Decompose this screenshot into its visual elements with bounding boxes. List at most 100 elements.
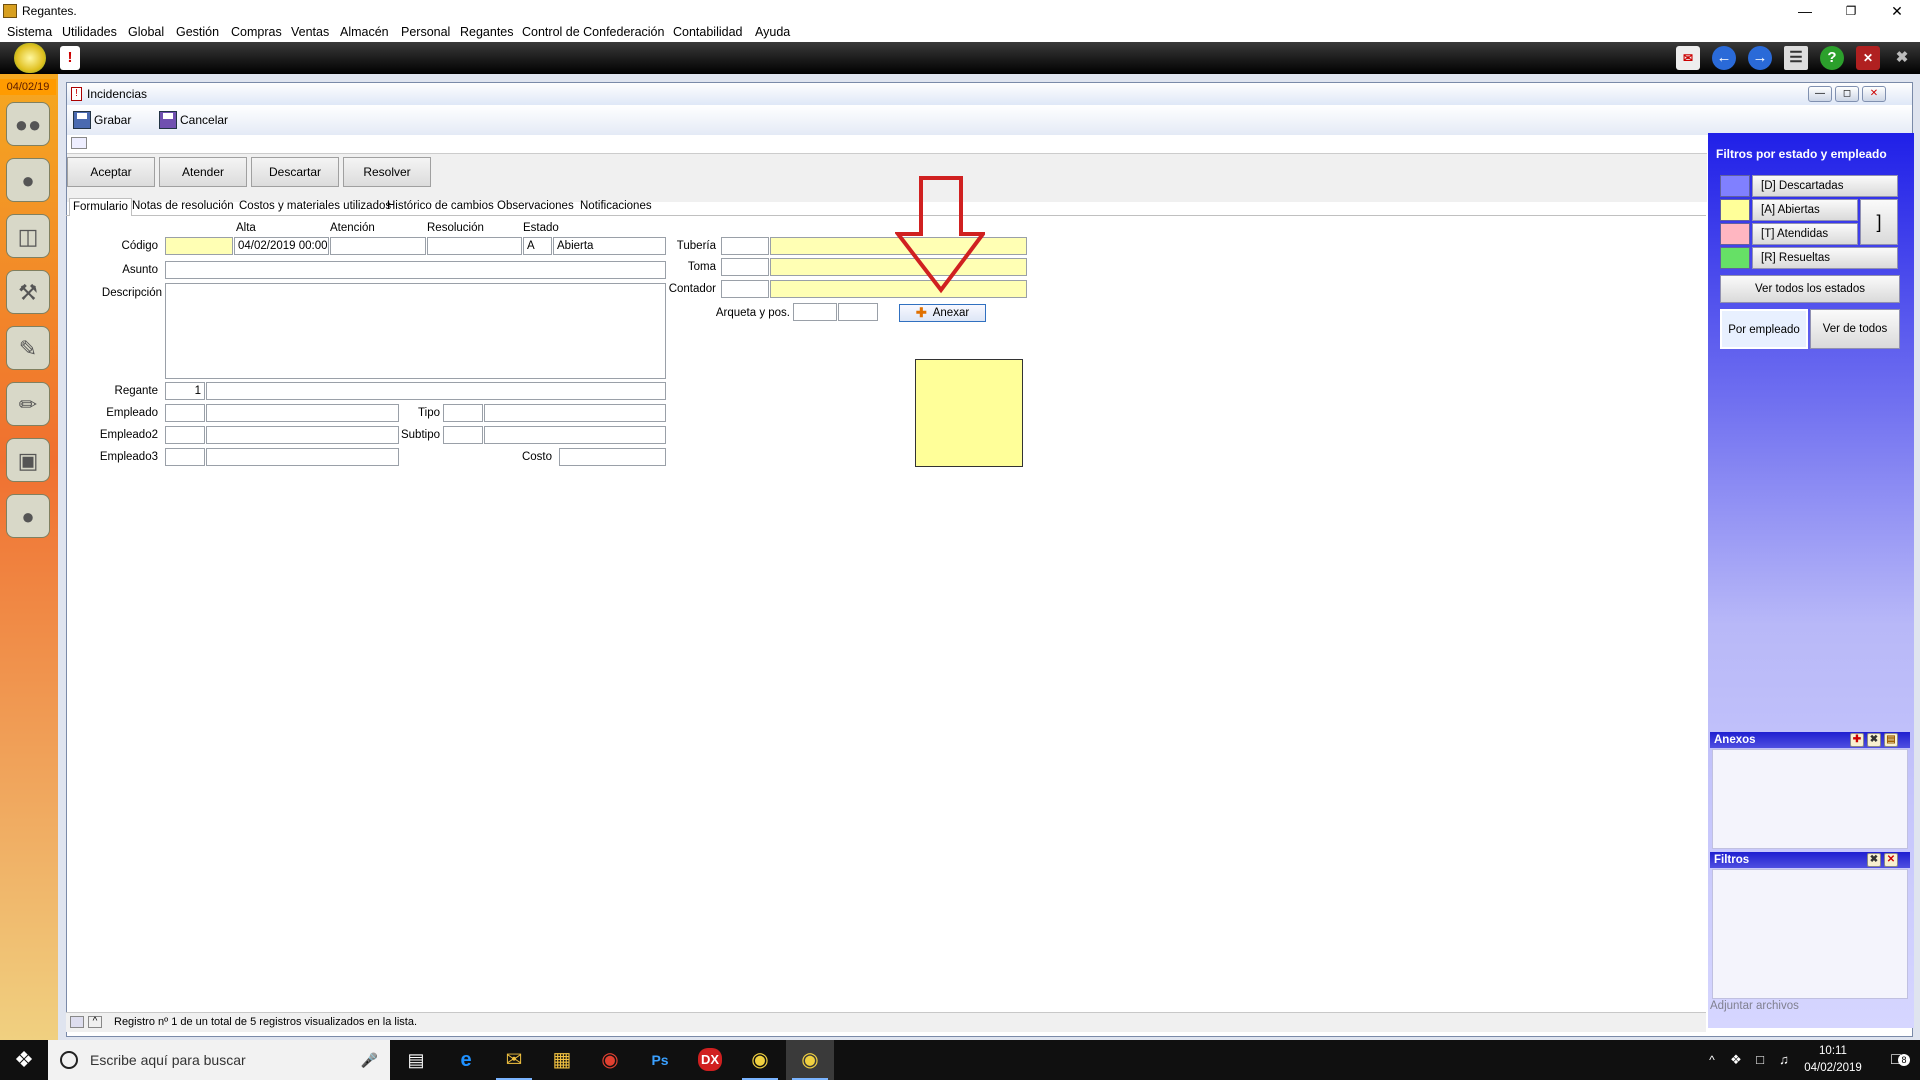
costo-field[interactable] <box>559 448 666 466</box>
notes-icon[interactable]: ✎ <box>6 326 50 370</box>
menu-ventas[interactable]: Ventas <box>291 25 329 39</box>
windows-start-icon[interactable]: ❖ <box>0 1040 48 1080</box>
empleado-name-field[interactable] <box>206 404 399 422</box>
dx-app-icon[interactable]: DX <box>686 1040 734 1080</box>
subtipo-name-field[interactable] <box>484 426 666 444</box>
clock[interactable]: 10:11 04/02/2019 <box>1796 1043 1870 1077</box>
grid-toggle-icon[interactable] <box>71 137 87 149</box>
estado-name-field[interactable]: Abierta <box>553 237 666 255</box>
help-icon[interactable]: ? <box>1820 46 1844 70</box>
tab-historico[interactable]: Histórico de cambios <box>384 198 497 216</box>
volume-icon[interactable]: ♫ <box>1772 1040 1796 1080</box>
back-arrow-icon[interactable]: ← <box>1712 46 1736 70</box>
minimize-button[interactable]: — <box>1782 0 1828 22</box>
taskbar-search[interactable]: Escribe aquí para buscar 🎤 <box>48 1040 390 1080</box>
tuberia-code-field[interactable] <box>721 237 769 255</box>
toma-code-field[interactable] <box>721 258 769 276</box>
filter-abiertas-button[interactable]: [A] Abiertas <box>1752 199 1858 221</box>
annex-folder-icon[interactable]: ▤ <box>1884 733 1898 747</box>
filter-atendidas-button[interactable]: [T] Atendidas <box>1752 223 1858 245</box>
window-close-button[interactable]: ✕ <box>1862 86 1886 102</box>
tipo-name-field[interactable] <box>484 404 666 422</box>
subtipo-code-field[interactable] <box>443 426 483 444</box>
empleado2-code-field[interactable] <box>165 426 205 444</box>
empleado2-name-field[interactable] <box>206 426 399 444</box>
menu-personal[interactable]: Personal <box>401 25 450 39</box>
annexes-list[interactable] <box>1712 749 1908 849</box>
outlook-app-icon[interactable]: ✉ <box>490 1040 538 1080</box>
tipo-code-field[interactable] <box>443 404 483 422</box>
asunto-field[interactable] <box>165 261 666 279</box>
discard-button[interactable]: Descartar <box>251 157 339 187</box>
all-states-button[interactable]: Ver todos los estados <box>1720 275 1900 303</box>
menu-contabilidad[interactable]: Contabilidad <box>673 25 743 39</box>
by-employee-button[interactable]: Por empleado <box>1720 309 1808 349</box>
alta-field[interactable]: 04/02/2019 00:00 <box>234 237 329 255</box>
database-icon[interactable]: ◫ <box>6 214 50 258</box>
chrome-icon[interactable]: ◉ <box>586 1040 634 1080</box>
edge-icon[interactable]: e <box>442 1040 490 1080</box>
status-up-icon[interactable]: ^ <box>88 1016 102 1028</box>
pencil-icon[interactable]: ✏ <box>6 382 50 426</box>
bracket-toggle-button[interactable]: ] <box>1860 199 1898 245</box>
empleado-code-field[interactable] <box>165 404 205 422</box>
menu-control-confederacion[interactable]: Control de Confederación <box>522 25 664 39</box>
regante-name-field[interactable] <box>206 382 666 400</box>
alert-doc-icon[interactable]: ! <box>60 46 80 70</box>
menu-gestion[interactable]: Gestión <box>176 25 219 39</box>
filters-list[interactable] <box>1712 869 1908 999</box>
see-all-button[interactable]: Ver de todos <box>1810 309 1900 349</box>
resolve-button[interactable]: Resolver <box>343 157 431 187</box>
filter-resueltas-button[interactable]: [R] Resueltas <box>1752 247 1898 269</box>
codigo-field[interactable] <box>165 237 233 255</box>
file-explorer-icon[interactable]: ▦ <box>538 1040 586 1080</box>
window-maximize-button[interactable]: ◻ <box>1835 86 1859 102</box>
tools-icon[interactable]: ⚒ <box>6 270 50 314</box>
bag-icon[interactable]: ▣ <box>6 438 50 482</box>
close-button[interactable]: ✕ <box>1874 0 1920 22</box>
annex-tools-icon[interactable]: ✖ <box>1867 733 1881 747</box>
regantes-app-icon-2[interactable]: ◉ <box>786 1040 834 1080</box>
dropbox-icon[interactable]: ❖ <box>1724 1040 1748 1080</box>
forward-arrow-icon[interactable]: → <box>1748 46 1772 70</box>
contador-code-field[interactable] <box>721 280 769 298</box>
users-group-icon[interactable]: ●● <box>6 102 50 146</box>
menu-almacen[interactable]: Almacén <box>340 25 389 39</box>
menu-sistema[interactable]: Sistema <box>7 25 52 39</box>
photoshop-icon[interactable]: Ps <box>636 1040 684 1080</box>
task-view-icon[interactable]: ▤ <box>392 1040 440 1080</box>
empleado3-code-field[interactable] <box>165 448 205 466</box>
network-icon[interactable]: □ <box>1748 1040 1772 1080</box>
regantes-app-icon-1[interactable]: ◉ <box>736 1040 784 1080</box>
window-minimize-button[interactable]: — <box>1808 86 1832 102</box>
tab-costos[interactable]: Costos y materiales utilizados <box>236 198 394 216</box>
filters-close-icon[interactable]: ✕ <box>1884 853 1898 867</box>
filters-tools-icon[interactable]: ✖ <box>1867 853 1881 867</box>
descripcion-field[interactable] <box>165 283 666 379</box>
person-icon[interactable]: ● <box>6 494 50 538</box>
tray-chevron-icon[interactable]: ^ <box>1700 1040 1724 1080</box>
mail-icon[interactable]: ✉ <box>1676 46 1700 70</box>
cancel-button[interactable]: Cancelar <box>159 111 228 129</box>
menu-ayuda[interactable]: Ayuda <box>755 25 790 39</box>
menu-regantes[interactable]: Regantes <box>460 25 514 39</box>
user-icon[interactable]: ● <box>6 158 50 202</box>
exit-tools-icon[interactable]: ✖ <box>1890 46 1914 70</box>
attend-button[interactable]: Atender <box>159 157 247 187</box>
estado-code-field[interactable]: A <box>523 237 552 255</box>
menu-compras[interactable]: Compras <box>231 25 282 39</box>
regante-code-field[interactable]: 1 <box>165 382 205 400</box>
close-window-icon[interactable]: ✕ <box>1856 46 1880 70</box>
accept-button[interactable]: Aceptar <box>67 157 155 187</box>
windows-list-icon[interactable]: ☰ <box>1784 46 1808 70</box>
save-button[interactable]: Grabar <box>73 111 131 129</box>
orb-logo-icon[interactable] <box>14 43 46 73</box>
attach-button[interactable]: ✚ Anexar <box>899 304 986 322</box>
resolucion-field[interactable] <box>427 237 522 255</box>
restore-button[interactable]: ❐ <box>1828 0 1874 22</box>
atencion-field[interactable] <box>330 237 426 255</box>
tab-notas-resolucion[interactable]: Notas de resolución <box>129 198 237 216</box>
microphone-icon[interactable]: 🎤 <box>361 1052 378 1069</box>
empleado3-name-field[interactable] <box>206 448 399 466</box>
tab-observaciones[interactable]: Observaciones <box>494 198 577 216</box>
